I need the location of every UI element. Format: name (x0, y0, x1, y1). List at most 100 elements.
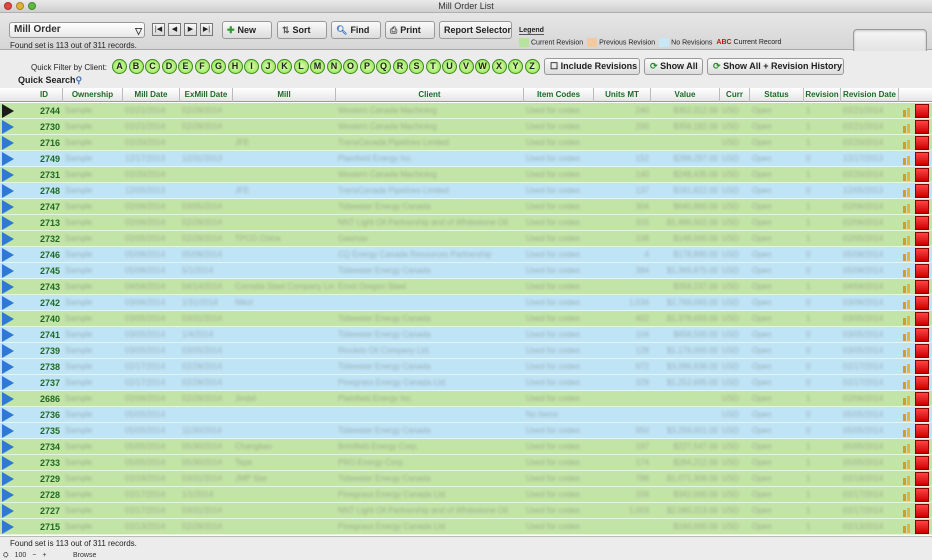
table-row[interactable]: 2730 Sample 02/21/2014 02/28/2014 Western Ca… (0, 119, 932, 135)
revision-history-icon[interactable] (902, 522, 912, 533)
zoom-window-button[interactable] (28, 2, 36, 10)
revision-history-icon[interactable] (902, 202, 912, 213)
go-to-record-icon[interactable] (2, 392, 14, 406)
go-to-record-icon[interactable] (2, 344, 14, 358)
delete-record-button[interactable] (915, 456, 929, 470)
table-row[interactable]: 2747 Sample 02/06/2014 03/05/2014 Tidewater … (0, 199, 932, 215)
revision-history-icon[interactable] (902, 282, 912, 293)
go-to-record-icon[interactable] (2, 328, 14, 342)
go-to-record-icon[interactable] (2, 360, 14, 374)
zoom-control[interactable]: ⛭ 100 − + (3, 552, 46, 560)
revision-history-icon[interactable] (902, 122, 912, 133)
table-row[interactable]: 2732 Sample 02/05/2014 02/28/2014 TPCO China… (0, 231, 932, 247)
table-row[interactable]: 2741 Sample 03/05/2014 1/4/2014 Tidewater En… (0, 327, 932, 343)
filter-letter-j[interactable]: J (260, 59, 276, 74)
filter-letter-x[interactable]: X (491, 59, 507, 74)
filter-letter-h[interactable]: H (227, 59, 243, 74)
new-button[interactable]: ✚ New (222, 21, 272, 39)
filter-letter-w[interactable]: W (475, 59, 490, 74)
go-to-record-icon[interactable] (2, 456, 14, 470)
show-all-history-button[interactable]: ⟳ Show All + Revision History (707, 58, 844, 75)
go-to-record-icon[interactable] (2, 408, 14, 422)
column-header-id[interactable]: ID (26, 88, 63, 102)
delete-record-button[interactable] (915, 424, 929, 438)
go-to-record-icon[interactable] (2, 504, 14, 518)
filter-letter-v[interactable]: V (458, 59, 474, 74)
column-header-ownership[interactable]: Ownership (63, 88, 123, 102)
minimize-window-button[interactable] (16, 2, 24, 10)
filter-letter-m[interactable]: M (310, 59, 325, 74)
revision-history-icon[interactable] (902, 458, 912, 469)
table-row[interactable]: 2742 Sample 03/06/2014 1/31/2014 Nikol Used f… (0, 295, 932, 311)
filter-letter-u[interactable]: U (442, 59, 457, 74)
go-to-record-icon[interactable] (2, 120, 14, 134)
delete-record-button[interactable] (915, 488, 929, 502)
filter-letter-s[interactable]: S (409, 59, 424, 74)
table-row[interactable]: 2686 Sample 02/06/2014 02/28/2014 Jindal Plai… (0, 391, 932, 407)
delete-record-button[interactable] (915, 328, 929, 342)
column-header-revision-date[interactable]: Revision Date (841, 88, 899, 102)
table-row[interactable]: 2715 Sample 02/13/2014 02/28/2014 Pinegrass … (0, 519, 932, 535)
revision-history-icon[interactable] (902, 298, 912, 309)
delete-record-button[interactable] (915, 120, 929, 134)
column-header-status[interactable]: Status (750, 88, 804, 102)
first-record-button[interactable]: |◀ (152, 23, 165, 36)
delete-record-button[interactable] (915, 232, 929, 246)
revision-history-icon[interactable] (902, 442, 912, 453)
revision-history-icon[interactable] (902, 490, 912, 501)
filter-letter-b[interactable]: B (128, 59, 144, 74)
revision-history-icon[interactable] (902, 106, 912, 117)
filter-letter-k[interactable]: K (277, 59, 292, 74)
table-row[interactable]: 2745 Sample 05/08/2014 5/1/2014 Tidewater En… (0, 263, 932, 279)
revision-history-icon[interactable] (902, 410, 912, 421)
delete-record-button[interactable] (915, 440, 929, 454)
delete-record-button[interactable] (915, 504, 929, 518)
delete-record-button[interactable] (915, 264, 929, 278)
filter-letter-y[interactable]: Y (508, 59, 523, 74)
go-to-record-icon[interactable] (2, 296, 14, 310)
filter-letter-g[interactable]: G (211, 59, 226, 74)
column-header-client[interactable]: Client (336, 88, 524, 102)
filter-letter-l[interactable]: L (293, 59, 309, 74)
delete-record-button[interactable] (915, 312, 929, 326)
table-row[interactable]: 2735 Sample 05/05/2014 11/30/2014 Tidewater … (0, 423, 932, 439)
last-record-button[interactable]: ▶| (200, 23, 213, 36)
delete-record-button[interactable] (915, 136, 929, 150)
revision-history-icon[interactable] (902, 394, 912, 405)
revision-history-icon[interactable] (902, 250, 912, 261)
table-row[interactable]: 2737 Sample 02/17/2014 02/28/2014 Pinegrass … (0, 375, 932, 391)
filter-letter-p[interactable]: P (359, 59, 375, 74)
delete-record-button[interactable] (915, 392, 929, 406)
table-row[interactable]: 2744 Sample 02/21/2014 02/28/2014 Western Ca… (0, 103, 932, 119)
sort-button[interactable]: ⇅ Sort (277, 21, 327, 39)
delete-record-button[interactable] (915, 296, 929, 310)
zoom-out-icon[interactable]: − (32, 552, 36, 560)
go-to-record-icon[interactable] (2, 312, 14, 326)
revision-history-icon[interactable] (902, 346, 912, 357)
column-header-exmill-date[interactable]: ExMill Date (180, 88, 233, 102)
find-button[interactable]: 🔍︎ Find (331, 21, 381, 39)
revision-history-icon[interactable] (902, 186, 912, 197)
table-row[interactable]: 2743 Sample 04/04/2014 04/14/2014 Cornelia S… (0, 279, 932, 295)
go-to-record-icon[interactable] (2, 424, 14, 438)
delete-record-button[interactable] (915, 360, 929, 374)
filter-letter-a[interactable]: A (112, 59, 127, 74)
go-to-record-icon[interactable] (2, 488, 14, 502)
go-to-record-icon[interactable] (2, 232, 14, 246)
previous-record-button[interactable]: ◀ (168, 23, 181, 36)
filter-letter-r[interactable]: R (392, 59, 408, 74)
delete-record-button[interactable] (915, 344, 929, 358)
layout-select[interactable]: Mill Order ▽ (9, 22, 145, 38)
filter-letter-o[interactable]: O (343, 59, 358, 74)
table-row[interactable]: 2729 Sample 02/19/2014 03/31/2014 JMP Sier Ti… (0, 471, 932, 487)
go-to-record-icon[interactable] (2, 248, 14, 262)
next-record-button[interactable]: ▶ (184, 23, 197, 36)
go-to-record-icon[interactable] (2, 200, 14, 214)
delete-record-button[interactable] (915, 408, 929, 422)
delete-record-button[interactable] (915, 248, 929, 262)
revision-history-icon[interactable] (902, 362, 912, 373)
zoom-in-icon[interactable]: + (42, 552, 46, 560)
go-to-record-icon[interactable] (2, 472, 14, 486)
go-to-record-icon[interactable] (2, 168, 14, 182)
table-row[interactable]: 2736 Sample 05/05/2014 No Items USD Open 0 05/0… (0, 407, 932, 423)
